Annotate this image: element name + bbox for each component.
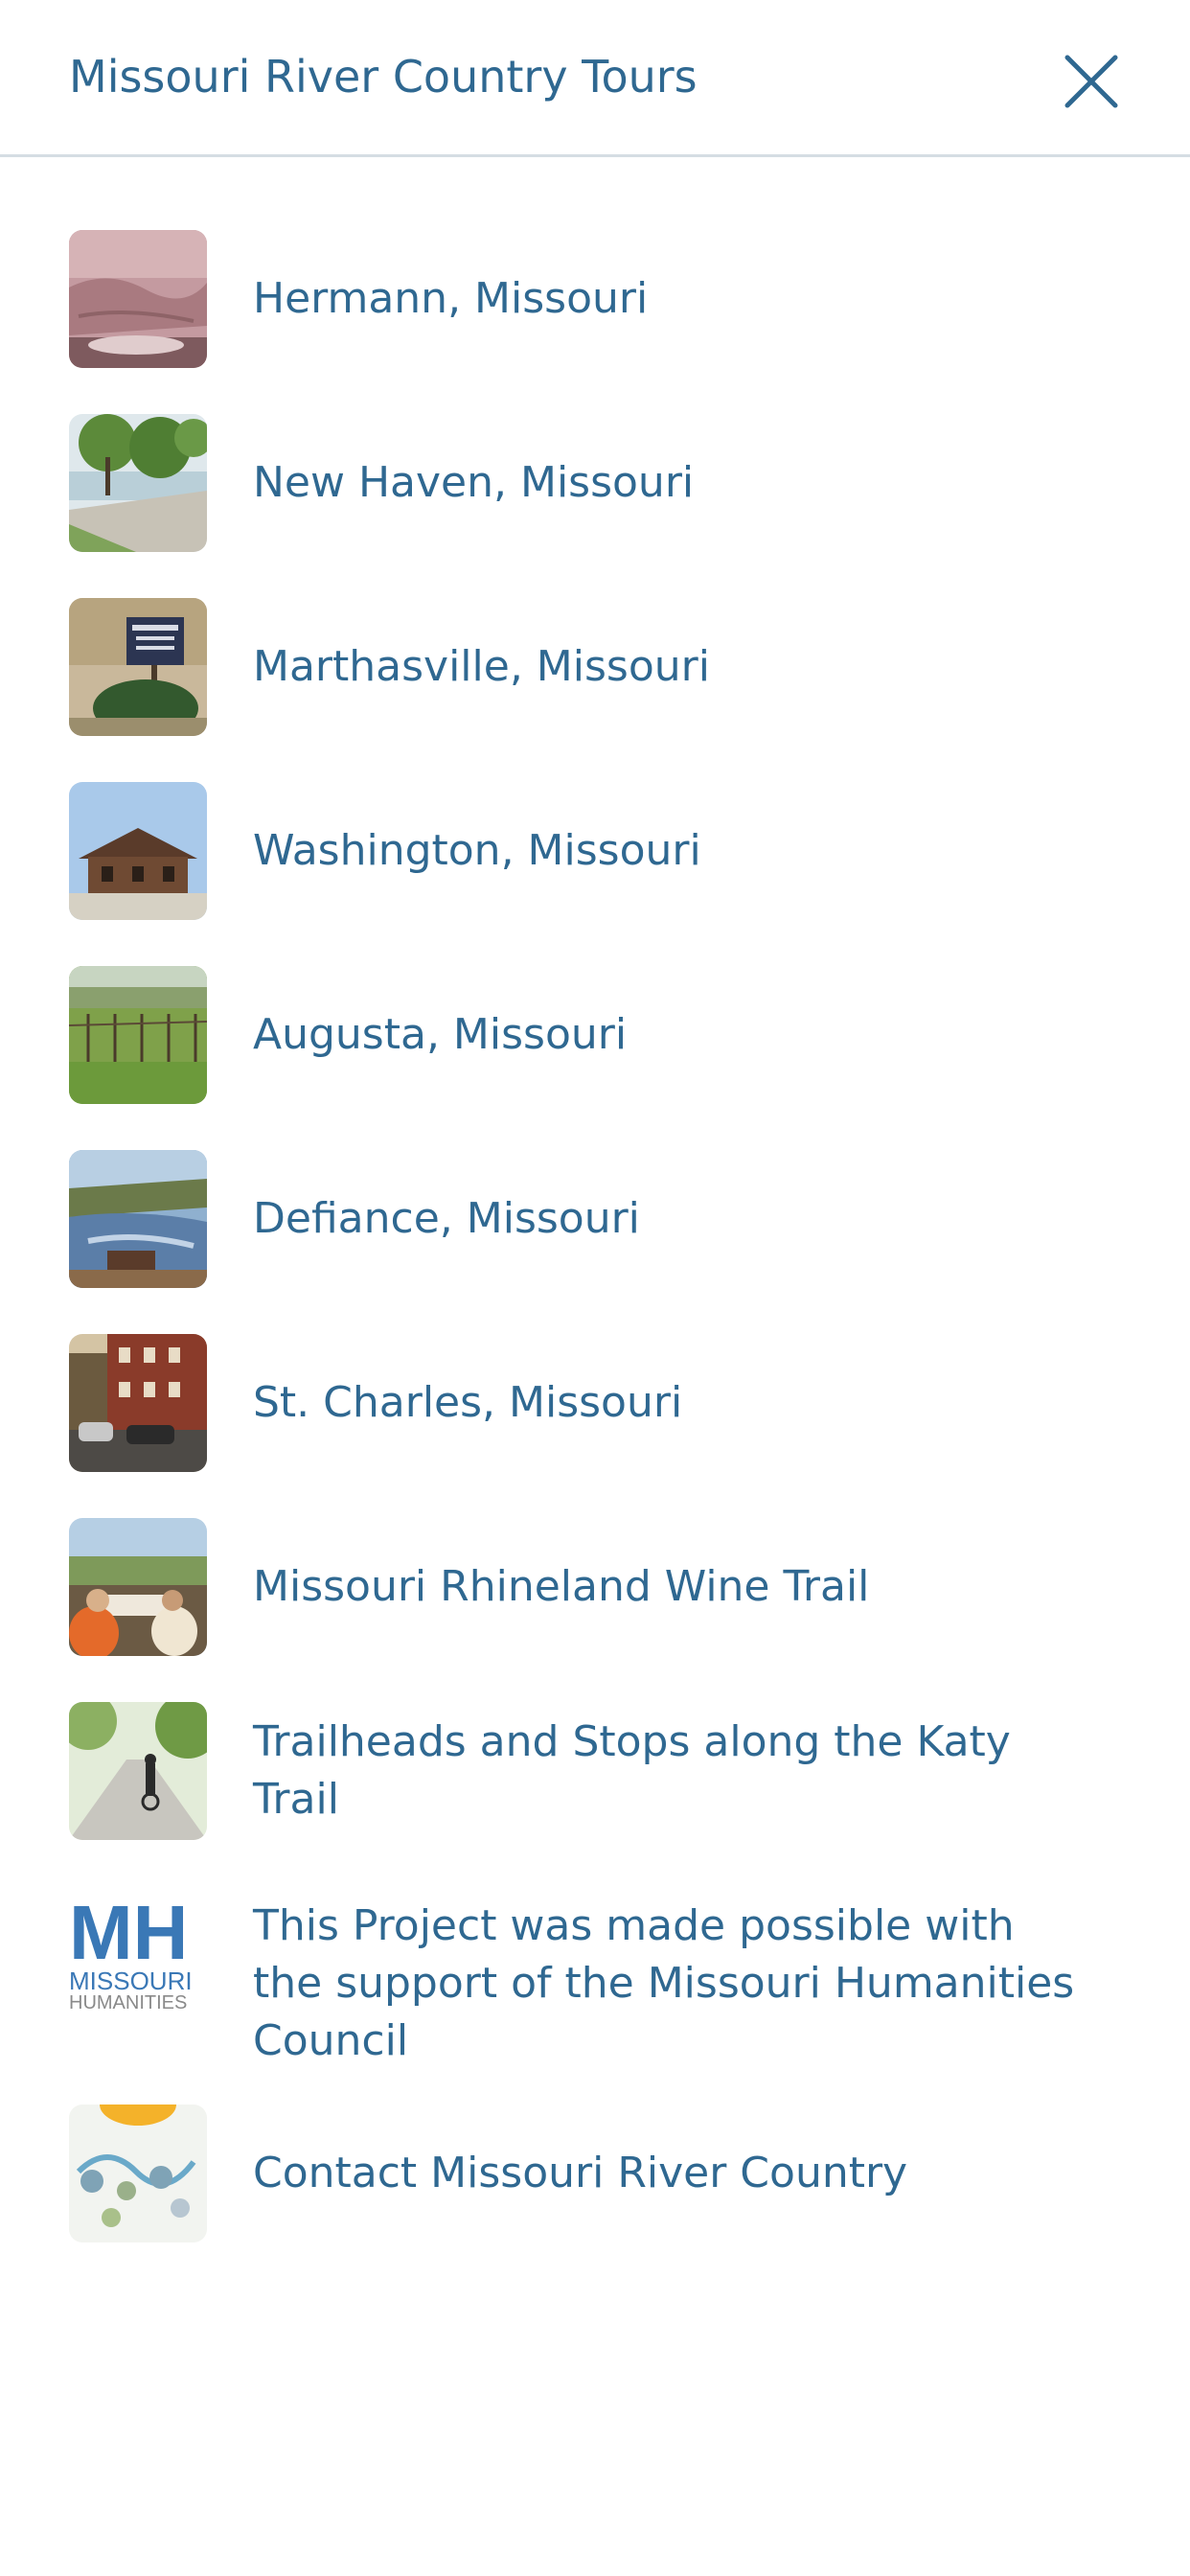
- menu-item-label: Missouri Rhineland Wine Trail: [253, 1562, 870, 1611]
- katy-trail-photo: [69, 1702, 207, 1840]
- menu-item-washington[interactable]: Washington, Missouri: [0, 782, 1190, 920]
- menu-item-label: Washington, Missouri: [253, 826, 701, 875]
- menu-item-wine-trail[interactable]: Missouri Rhineland Wine Trail: [0, 1518, 1190, 1656]
- menu-item-label: New Haven, Missouri: [253, 458, 695, 507]
- menu-item-label: Hermann, Missouri: [253, 274, 649, 323]
- hermann-photo: [69, 230, 207, 368]
- svg-text:MISSOURI: MISSOURI: [69, 1966, 193, 1995]
- svg-text:HUMANITIES: HUMANITIES: [69, 1992, 187, 2013]
- st-charles-photo: [69, 1334, 207, 1472]
- menu-item-new-haven[interactable]: New Haven, Missouri: [0, 414, 1190, 552]
- new-haven-photo: [69, 414, 207, 552]
- menu-item-katy-trail[interactable]: Trailheads and Stops along the Katy Trai…: [0, 1702, 1190, 1840]
- close-icon: [1064, 55, 1118, 108]
- menu-item-label: Defiance, Missouri: [253, 1194, 640, 1243]
- washington-photo: [69, 782, 207, 920]
- menu-item-contact[interactable]: Contact Missouri River Country: [0, 2104, 1190, 2242]
- map-photo: [69, 2104, 207, 2242]
- menu-item-label: Contact Missouri River Country: [253, 2149, 908, 2197]
- menu-item-label: Marthasville, Missouri: [253, 642, 710, 691]
- menu-item-humanities-council[interactable]: MH MISSOURI HUMANITIES This Project was …: [0, 1886, 1190, 2085]
- svg-text:MH: MH: [69, 1890, 188, 1975]
- menu-item-st-charles[interactable]: St. Charles, Missouri: [0, 1334, 1190, 1472]
- wine-trail-photo: [69, 1518, 207, 1656]
- menu-item-hermann[interactable]: Hermann, Missouri: [0, 230, 1190, 368]
- close-button[interactable]: [1062, 52, 1121, 111]
- menu-item-marthasville[interactable]: Marthasville, Missouri: [0, 598, 1190, 736]
- missouri-humanities-logo: MH MISSOURI HUMANITIES: [69, 1886, 207, 2024]
- header-bar: Missouri River Country Tours: [0, 0, 1190, 157]
- defiance-photo: [69, 1150, 207, 1288]
- menu-item-label: Trailheads and Stops along the Katy Trai…: [253, 1717, 1011, 1824]
- page-title: Missouri River Country Tours: [69, 51, 698, 103]
- augusta-photo: [69, 966, 207, 1104]
- menu-item-augusta[interactable]: Augusta, Missouri: [0, 966, 1190, 1104]
- marthasville-photo: [69, 598, 207, 736]
- menu-item-defiance[interactable]: Defiance, Missouri: [0, 1150, 1190, 1288]
- menu-item-label: Augusta, Missouri: [253, 1010, 628, 1059]
- menu-item-label: St. Charles, Missouri: [253, 1378, 683, 1427]
- menu-item-label: This Project was made possible with the …: [253, 1901, 1075, 2065]
